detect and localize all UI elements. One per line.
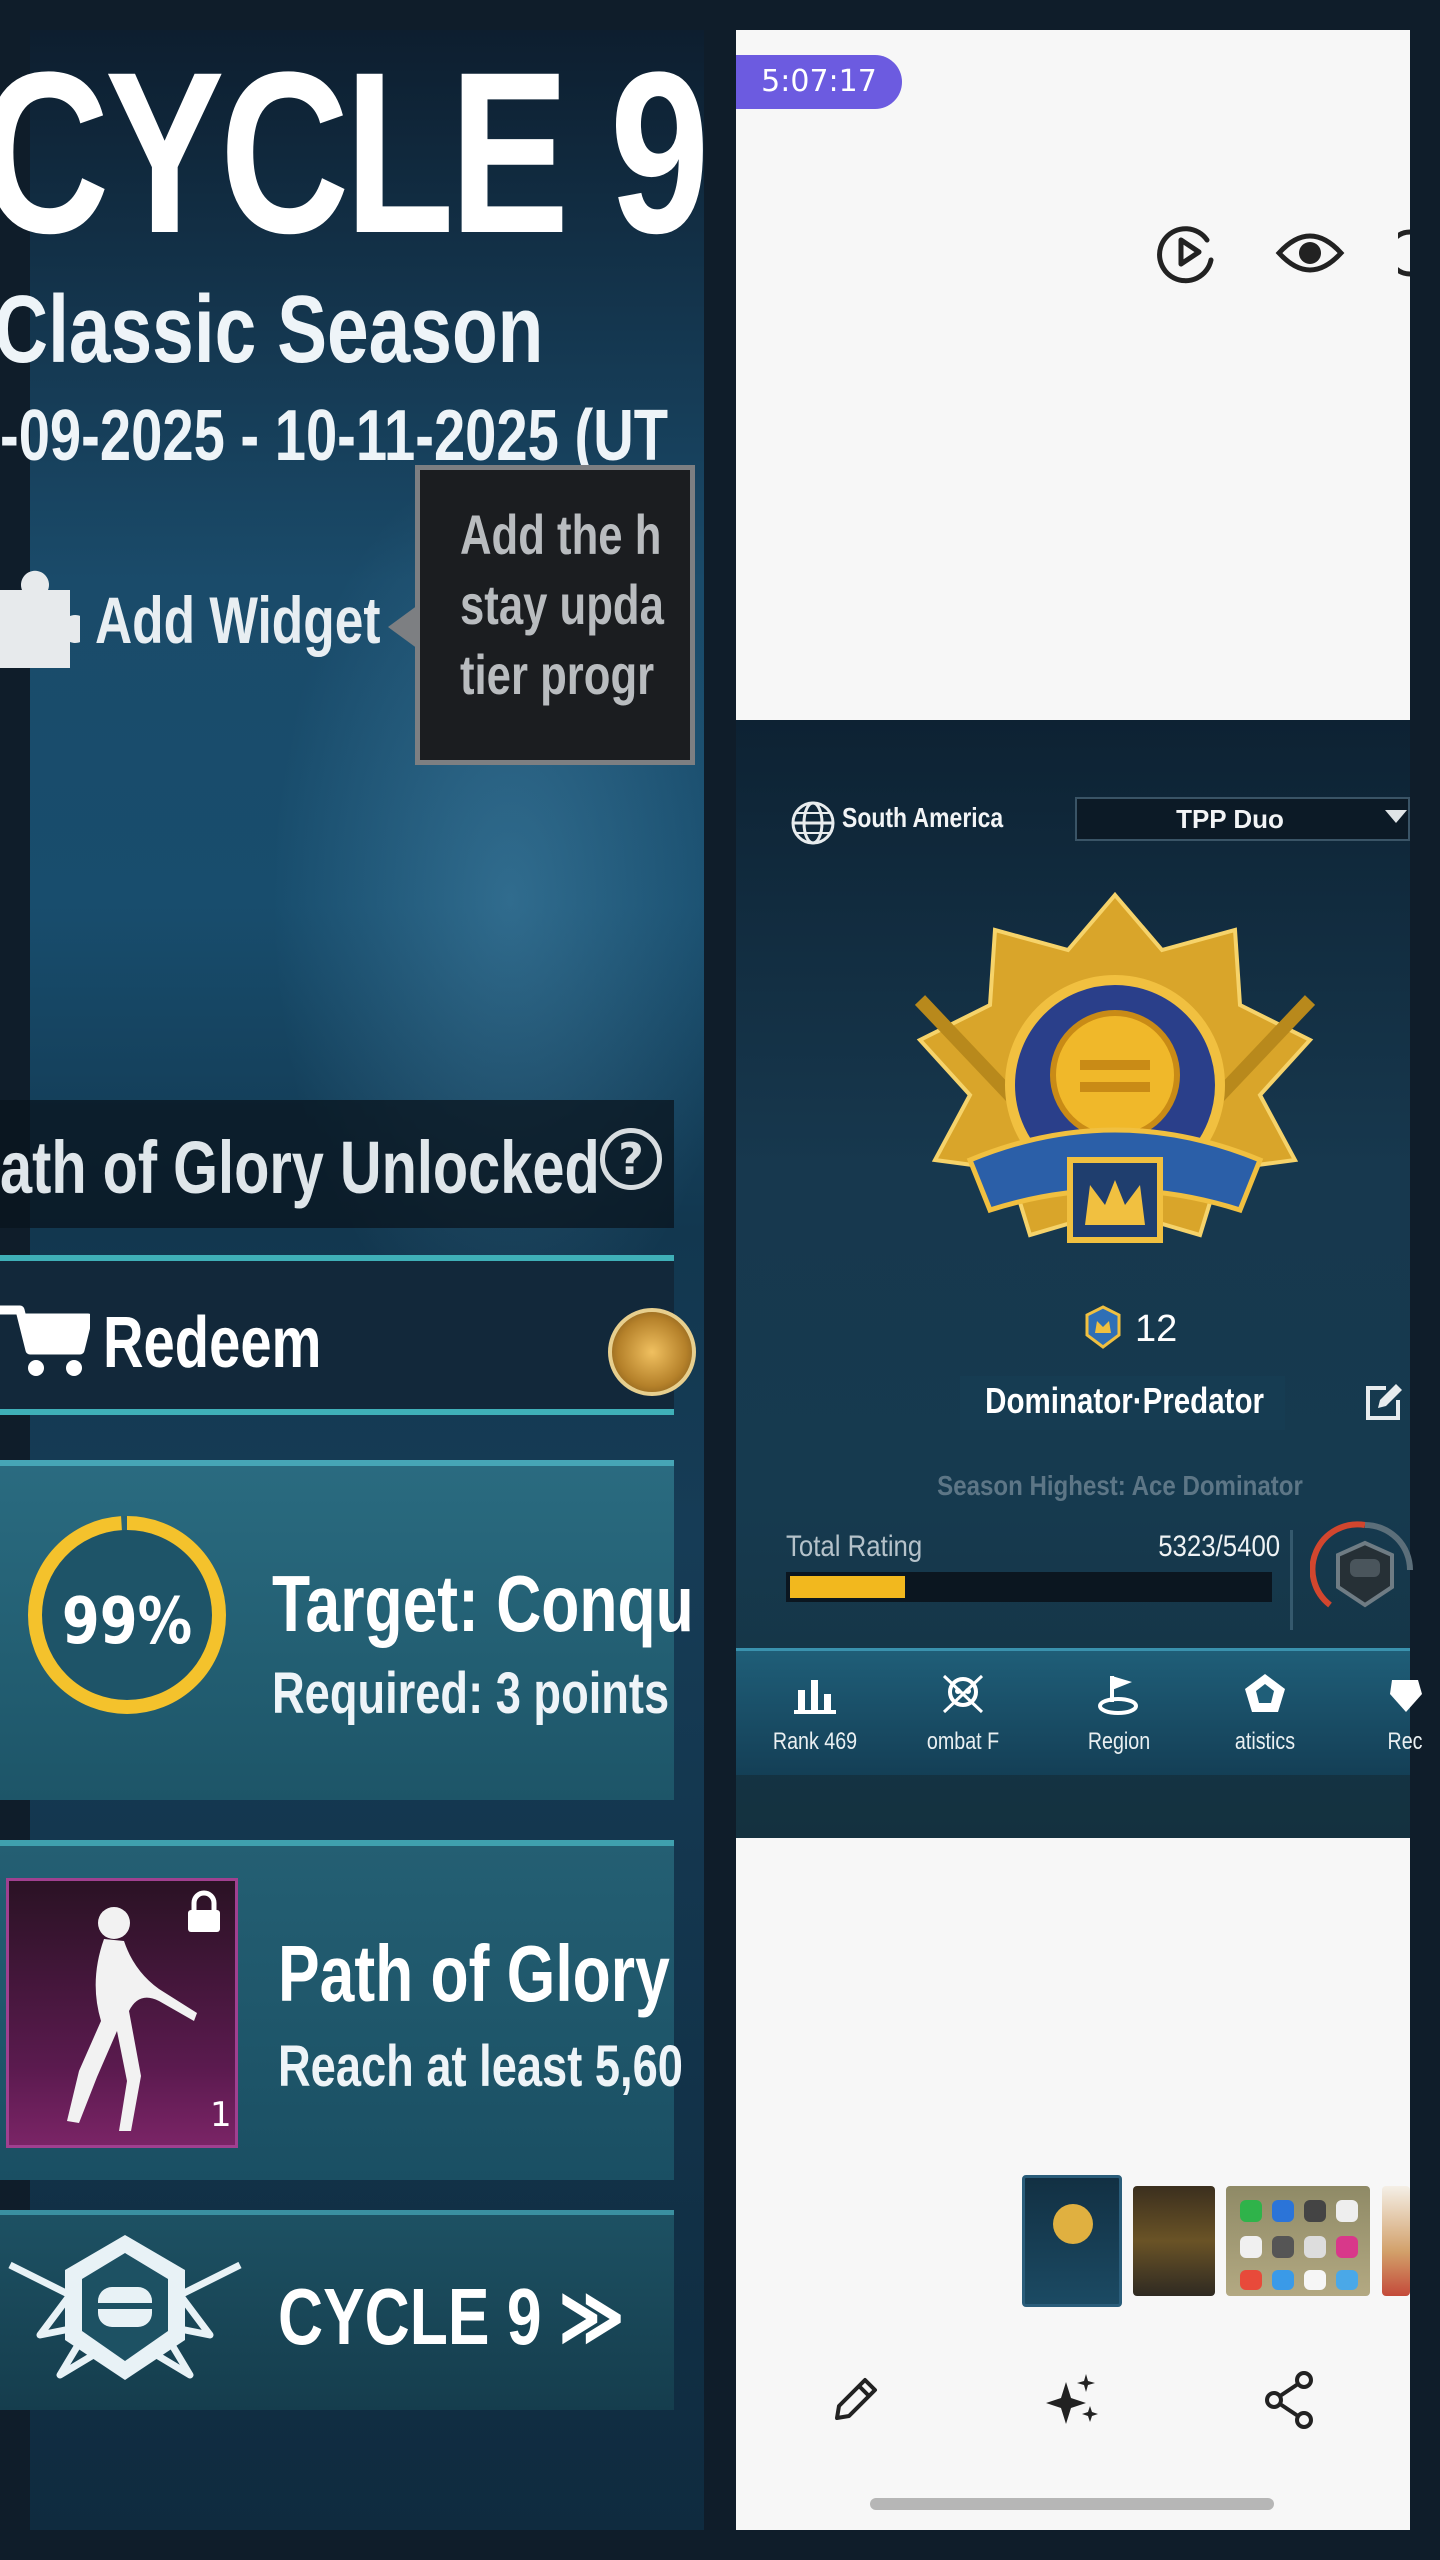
redeem-button[interactable] — [0, 1255, 674, 1415]
thumbnail[interactable] — [1382, 2186, 1410, 2296]
puzzle-icon[interactable] — [0, 570, 80, 670]
share-icon[interactable] — [1262, 2370, 1318, 2430]
home-indicator[interactable] — [870, 2498, 1274, 2510]
tooltip-line: stay upda — [460, 573, 664, 636]
tab-record[interactable]: Rec — [1340, 1672, 1440, 1756]
help-icon[interactable]: ? — [600, 1128, 662, 1190]
redeem-label: Redeem — [103, 1303, 322, 1383]
bar-chart-icon — [794, 1680, 836, 1714]
eye-icon[interactable] — [1275, 225, 1345, 281]
target-title: Target: Conqu — [272, 1559, 694, 1648]
reward-subtitle: Reach at least 5,60 — [278, 2034, 683, 2099]
thumbnail[interactable] — [1133, 2186, 1215, 2296]
tab-label: atistics — [1234, 1728, 1296, 1755]
rank-emblem-icon — [914, 891, 1316, 1243]
widget-tooltip: Add the h stay upda tier progr — [415, 465, 695, 765]
tier-number: 12 — [1135, 1308, 1178, 1350]
season-highest: Season Highest: Ace Dominator — [937, 1470, 1303, 1501]
add-widget-button[interactable]: Add Widget — [95, 582, 380, 658]
divider — [1290, 1530, 1293, 1630]
edit-square-icon[interactable] — [1362, 1382, 1404, 1424]
next-tier-icon — [1310, 1521, 1413, 1608]
cart-icon — [0, 1305, 90, 1376]
progress-percent: 99% — [61, 1585, 193, 1659]
chevron-down-icon — [1385, 810, 1407, 823]
status-time-badge: 5:07:17 — [736, 55, 902, 109]
tab-label: Region — [1087, 1728, 1151, 1755]
season-name: Classic Season — [0, 276, 544, 383]
item-count: 1 — [210, 2095, 232, 2135]
ai-sparkle-icon[interactable] — [1040, 2368, 1104, 2432]
edit-icon[interactable] — [825, 2370, 885, 2430]
tab-combat[interactable]: ombat F — [898, 1672, 1028, 1756]
motion-replay-icon[interactable] — [1155, 220, 1219, 284]
region-flag-icon — [1098, 1676, 1138, 1715]
rating-value: 5323/5400 — [1158, 1530, 1281, 1563]
globe-icon — [791, 801, 835, 845]
rating-progress-fill — [790, 1576, 905, 1598]
record-icon — [1390, 1680, 1422, 1712]
tier-badge-icon — [1085, 1305, 1121, 1349]
statistics-pentagon-icon — [1245, 1674, 1285, 1712]
reward-title: Path of Glory — [278, 1929, 670, 2018]
cycle-emblem-icon — [8, 2235, 242, 2380]
tooltip-line: tier progr — [460, 643, 655, 706]
thumbnail-current[interactable] — [1022, 2175, 1122, 2307]
tooltip-arrow — [388, 605, 418, 649]
tab-region[interactable]: Region — [1054, 1672, 1184, 1756]
lock-icon — [188, 1890, 220, 1932]
combat-skull-icon — [942, 1674, 984, 1714]
mode-label: TPP Duo — [1176, 804, 1284, 834]
tab-label: ombat F — [926, 1728, 1000, 1755]
thumbnail[interactable] — [1226, 2186, 1370, 2296]
tab-rank[interactable]: Rank 469 — [750, 1672, 880, 1756]
rating-label: Total Rating — [786, 1530, 923, 1563]
region-label: South America — [842, 802, 1004, 833]
coin-icon — [608, 1308, 696, 1396]
tab-label: Rec — [1387, 1728, 1423, 1755]
more-icon[interactable] — [1398, 228, 1410, 278]
path-of-glory-text: ath of Glory Unlocked — [0, 1126, 600, 1209]
cycle-title: CYCLE 9 — [0, 24, 710, 281]
cycle-footer-label: CYCLE 9 ≫ — [278, 2272, 625, 2361]
tab-label: Rank 469 — [772, 1728, 858, 1755]
target-subtitle: Required: 3 points — [272, 1661, 670, 1726]
tier-name: Dominator·Predator — [985, 1380, 1264, 1421]
tab-statistics[interactable]: atistics — [1200, 1672, 1330, 1756]
tooltip-line: Add the h — [460, 503, 662, 566]
